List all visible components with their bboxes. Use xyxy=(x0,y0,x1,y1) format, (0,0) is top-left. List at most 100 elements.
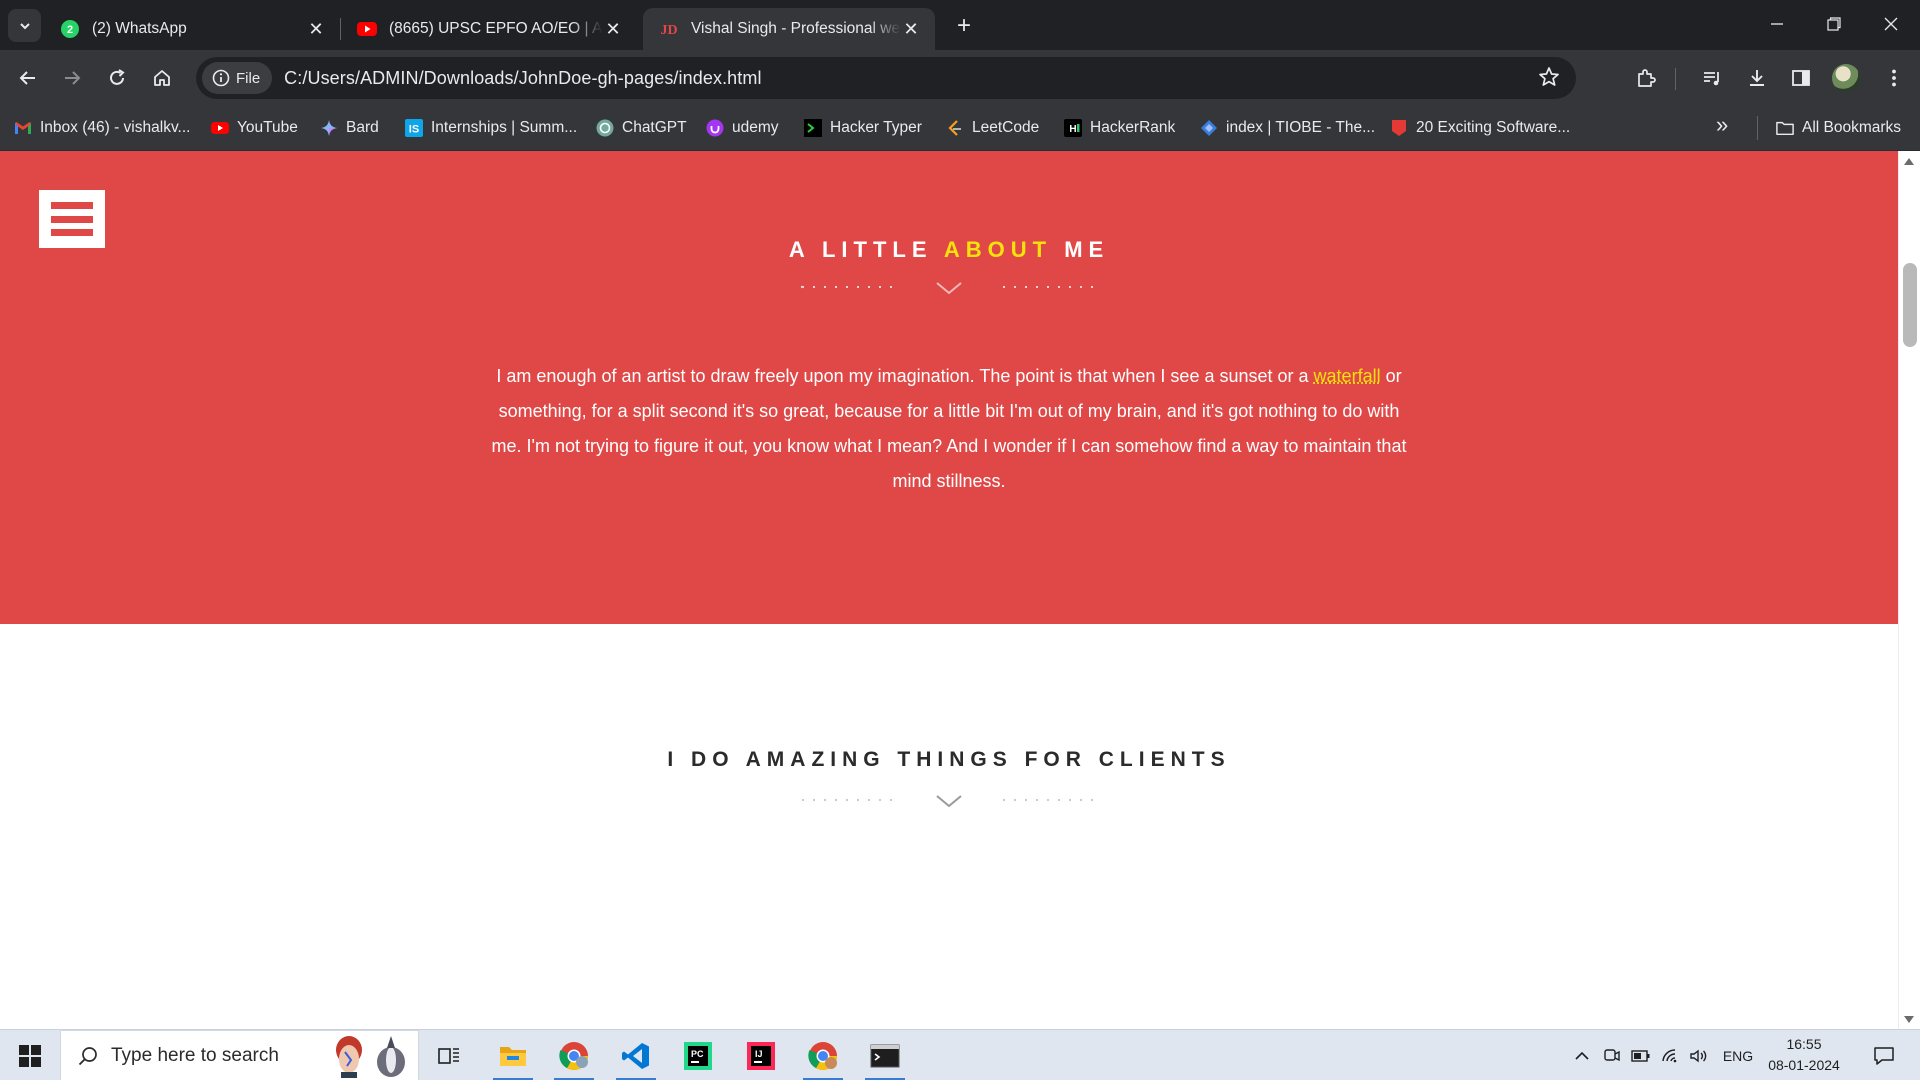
media-controls-button[interactable] xyxy=(1694,60,1730,96)
bookmark-hackerrank[interactable]: H HackerRank xyxy=(1064,114,1175,142)
meet-now-tray-button[interactable] xyxy=(1600,1030,1624,1080)
waterfall-link[interactable]: waterfall xyxy=(1314,366,1381,386)
taskbar-pycharm[interactable]: PC xyxy=(672,1030,724,1080)
download-icon xyxy=(1750,70,1764,86)
downloads-button[interactable] xyxy=(1739,60,1775,96)
address-bar[interactable]: File C:/Users/ADMIN/Downloads/JohnDoe-gh… xyxy=(196,57,1576,99)
restore-button[interactable] xyxy=(1805,0,1863,48)
all-bookmarks-button[interactable]: All Bookmarks xyxy=(1776,114,1901,142)
taskbar-vscode[interactable] xyxy=(610,1030,662,1080)
bookmark-label: index | TIOBE - The... xyxy=(1226,119,1376,136)
close-tab-icon[interactable]: ✕ xyxy=(306,19,326,39)
svg-text:H: H xyxy=(1069,124,1076,135)
bookmark-hacker-typer[interactable]: Hacker Typer xyxy=(804,114,922,142)
taskbar-file-explorer[interactable] xyxy=(487,1030,539,1080)
folder-icon xyxy=(1776,119,1794,137)
bookmark-shield-icon xyxy=(1390,119,1408,137)
tab-title: (2) WhatsApp xyxy=(92,20,187,37)
home-button[interactable] xyxy=(144,60,180,96)
bookmarks-overflow-icon[interactable]: » xyxy=(1716,112,1728,138)
close-tab-icon[interactable]: ✕ xyxy=(603,19,623,39)
close-tab-icon[interactable]: ✕ xyxy=(901,19,921,39)
tab-whatsapp[interactable]: 2 (2) WhatsApp ✕ xyxy=(44,8,340,50)
tab-search-button[interactable] xyxy=(8,9,41,42)
notifications-button[interactable] xyxy=(1864,1030,1904,1080)
svg-text:IJ: IJ xyxy=(755,1049,763,1059)
bookmark-label: ChatGPT xyxy=(622,119,687,136)
chevron-up-icon xyxy=(1575,1051,1589,1060)
taskbar-terminal[interactable] xyxy=(859,1030,911,1080)
side-panel-button[interactable] xyxy=(1783,60,1819,96)
taskbar-intellij[interactable]: IJ xyxy=(735,1030,787,1080)
bookmark-label: LeetCode xyxy=(972,119,1040,136)
svg-text:IS: IS xyxy=(409,124,419,136)
language-indicator[interactable]: ENG xyxy=(1718,1030,1758,1080)
gmail-icon xyxy=(14,119,32,137)
bookmark-internships[interactable]: IS Internships | Summ... xyxy=(405,114,577,142)
tiobe-icon xyxy=(1200,119,1218,137)
scrollbar-thumb[interactable] xyxy=(1903,263,1917,347)
info-icon xyxy=(212,69,230,87)
bookmark-tiobe[interactable]: index | TIOBE - The... xyxy=(1200,114,1375,142)
all-bookmarks-label: All Bookmarks xyxy=(1802,119,1902,136)
bookmark-label: Hacker Typer xyxy=(830,119,922,136)
bookmark-udemy[interactable]: udemy xyxy=(706,114,779,142)
scroll-up-arrow-icon[interactable] xyxy=(1904,158,1914,165)
udemy-icon xyxy=(706,119,724,137)
bookmark-star-button[interactable] xyxy=(1538,66,1560,93)
vscode-icon xyxy=(622,1042,649,1069)
start-button[interactable] xyxy=(0,1030,60,1080)
network-tray-button[interactable] xyxy=(1658,1030,1684,1080)
volume-tray-button[interactable] xyxy=(1686,1030,1712,1080)
battery-tray-button[interactable] xyxy=(1628,1030,1654,1080)
star-icon xyxy=(1539,67,1559,86)
windows-taskbar: Type here to search PC IJ ENG 16:55 08-0… xyxy=(0,1029,1920,1080)
url-text[interactable]: C:/Users/ADMIN/Downloads/JohnDoe-gh-page… xyxy=(284,68,761,89)
taskbar-chrome-profile[interactable] xyxy=(797,1030,849,1080)
profile-avatar[interactable] xyxy=(1832,64,1860,92)
show-hidden-icons-button[interactable] xyxy=(1570,1030,1594,1080)
scroll-down-arrow-icon[interactable] xyxy=(1904,1016,1914,1023)
chevron-down-icon xyxy=(936,795,962,808)
about-section: A LITTLE ABOUT ME I am enough of an arti… xyxy=(0,151,1898,624)
screen: 2 (2) WhatsApp ✕ (8665) UPSC EPFO AO/EO … xyxy=(0,0,1920,1080)
taskbar-chrome[interactable] xyxy=(548,1030,600,1080)
chevron-down-icon xyxy=(936,282,962,295)
back-button[interactable] xyxy=(10,60,46,96)
intellij-icon: IJ xyxy=(747,1041,775,1070)
browser-tab-strip: 2 (2) WhatsApp ✕ (8665) UPSC EPFO AO/EO … xyxy=(0,0,1920,50)
leetcode-icon xyxy=(946,119,964,137)
bookmark-chatgpt[interactable]: ChatGPT xyxy=(596,114,687,142)
bookmark-leetcode[interactable]: LeetCode xyxy=(946,114,1039,142)
tab-vishal-singh[interactable]: JD Vishal Singh - Professional website ✕ xyxy=(643,8,935,50)
extensions-button[interactable] xyxy=(1628,60,1664,96)
taskbar-search-box[interactable]: Type here to search xyxy=(60,1030,419,1080)
minimize-button[interactable] xyxy=(1748,0,1806,48)
taskbar-clock[interactable]: 16:55 08-01-2024 xyxy=(1764,1034,1844,1076)
svg-text:JD: JD xyxy=(660,23,677,38)
bookmark-bard[interactable]: Bard xyxy=(320,114,379,142)
close-window-button[interactable] xyxy=(1862,0,1920,48)
browser-menu-button[interactable] xyxy=(1876,60,1912,96)
battery-icon xyxy=(1631,1049,1650,1062)
new-tab-button[interactable]: + xyxy=(950,12,978,40)
bookmark-youtube[interactable]: YouTube xyxy=(211,114,298,142)
file-explorer-icon xyxy=(500,1046,526,1066)
section-divider xyxy=(800,282,1098,295)
tab-youtube[interactable]: (8665) UPSC EPFO AO/EO | APFC Preparatio… xyxy=(341,8,637,50)
forward-button[interactable] xyxy=(54,60,90,96)
terminal-icon xyxy=(870,1044,900,1067)
task-view-button[interactable] xyxy=(423,1030,475,1080)
bookmark-gmail[interactable]: Inbox (46) - vishalkv... xyxy=(14,114,190,142)
bookmarks-bar: Inbox (46) - vishalkv... YouTube Bard IS… xyxy=(0,106,1920,151)
menu-bar xyxy=(51,202,93,209)
minimize-icon xyxy=(1771,23,1783,25)
page-scrollbar[interactable] xyxy=(1898,151,1920,1029)
site-info-chip[interactable]: File xyxy=(202,62,273,94)
chevron-down-icon xyxy=(19,22,30,29)
reload-button[interactable] xyxy=(99,60,135,96)
about-heading: A LITTLE ABOUT ME xyxy=(0,237,1898,263)
bookmarks-separator xyxy=(1757,116,1758,140)
chrome-icon xyxy=(808,1041,837,1070)
bookmark-20-exciting-software[interactable]: 20 Exciting Software... xyxy=(1390,114,1570,142)
